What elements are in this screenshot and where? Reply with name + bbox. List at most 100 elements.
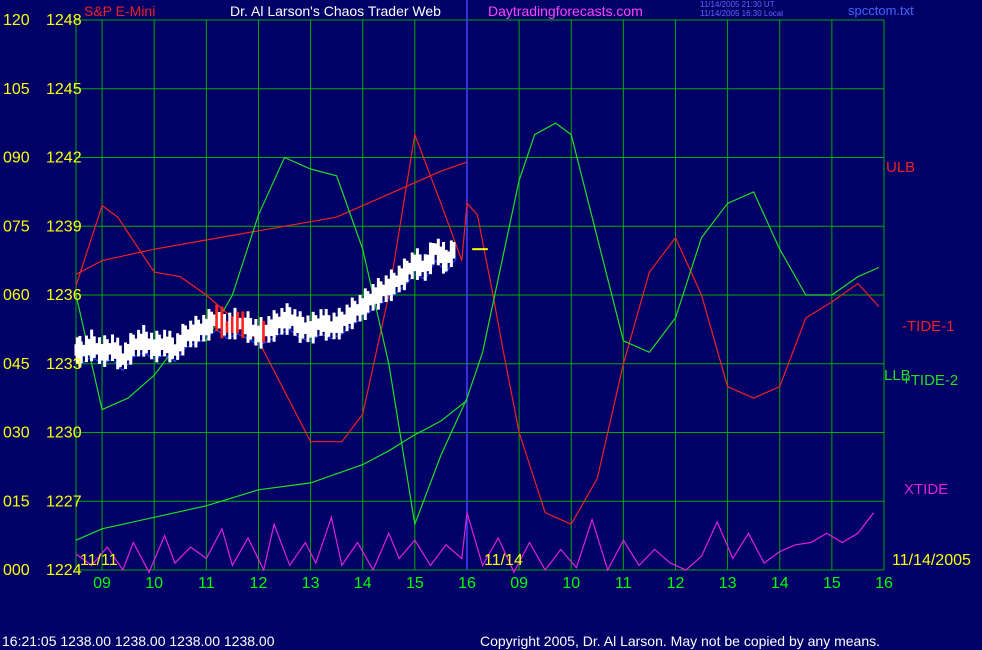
price-bar xyxy=(309,321,313,338)
price-bar xyxy=(118,345,122,368)
x-tick-label: 09 xyxy=(93,575,111,592)
price-bar xyxy=(400,268,404,285)
y-label-left: 000 xyxy=(3,562,30,579)
price-bar xyxy=(301,316,305,339)
y-label-left: 030 xyxy=(3,425,30,442)
price-bar xyxy=(421,260,425,273)
y-label-right: 1245 xyxy=(46,81,82,98)
y-label-left: 045 xyxy=(3,356,30,373)
x-tick-label: 13 xyxy=(302,575,320,592)
y-label-right: 1224 xyxy=(46,562,82,579)
xtide-label: XTIDE xyxy=(904,481,948,498)
price-bar xyxy=(189,320,193,348)
price-bar xyxy=(90,329,94,362)
price-bar xyxy=(160,338,164,350)
price-bar xyxy=(410,252,414,280)
price-bar xyxy=(267,316,271,343)
price-bar xyxy=(392,272,396,295)
price-bar xyxy=(415,248,419,280)
price-bar xyxy=(251,324,255,337)
site-link[interactable]: Daytradingforecasts.com xyxy=(488,3,643,19)
chaos-trader-chart: 120 1248 105 1245 090 1242 075 1239 060 1236 045 12… xyxy=(3,0,971,592)
price-bar xyxy=(363,288,367,320)
price-bar xyxy=(191,324,195,342)
date-label-start: 11/11 xyxy=(80,552,118,569)
x-tick-label: 11 xyxy=(198,575,215,592)
price-bar xyxy=(397,265,401,293)
price-bar xyxy=(139,333,143,351)
price-bar xyxy=(142,325,146,357)
x-tick-label: 14 xyxy=(354,575,372,592)
y-label-right: 1230 xyxy=(46,425,82,442)
price-bar xyxy=(100,344,104,361)
x-tick-label: 16 xyxy=(458,575,476,592)
price-bar xyxy=(113,342,117,359)
price-bar xyxy=(165,336,169,354)
price-bar xyxy=(215,304,219,332)
price-bar xyxy=(207,308,211,341)
price-bar xyxy=(442,241,446,274)
price-bar xyxy=(134,338,138,350)
price-bar xyxy=(384,275,388,302)
price-bar xyxy=(259,317,263,349)
y-label-left: 105 xyxy=(3,81,30,98)
price-bar xyxy=(152,339,156,356)
price-bar xyxy=(418,254,422,276)
price-bar xyxy=(131,334,135,357)
price-bar xyxy=(230,316,234,334)
price-bar xyxy=(306,315,310,343)
price-bar xyxy=(402,258,406,291)
price-bar xyxy=(147,338,151,350)
chart-labels: 120 1248 105 1245 090 1242 075 1239 060 1236 045 12… xyxy=(3,12,971,592)
xtide-line xyxy=(75,512,875,574)
ulb-line xyxy=(75,161,468,275)
timestamp-ut: 11/14/2005 21:30 UT xyxy=(700,0,775,9)
price-bar xyxy=(150,332,154,360)
price-bar xyxy=(178,334,182,352)
price-bar xyxy=(358,294,362,322)
price-bar xyxy=(110,334,114,361)
price-bar xyxy=(449,240,453,268)
price-bar xyxy=(225,321,229,333)
instrument-label: S&P E-Mini xyxy=(84,3,156,19)
price-bar xyxy=(428,242,432,275)
price-bar xyxy=(447,251,451,263)
x-tick-label: 15 xyxy=(823,575,841,592)
price-bar xyxy=(228,312,232,340)
price-bar xyxy=(269,319,273,336)
y-label-right: 1242 xyxy=(46,150,82,167)
price-bar xyxy=(319,309,323,336)
price-bar xyxy=(116,337,120,370)
price-bar xyxy=(355,304,359,316)
price-bar xyxy=(212,314,216,326)
price-bar xyxy=(298,311,302,343)
price-bar xyxy=(335,316,339,334)
price-bar xyxy=(337,307,341,340)
price-bar xyxy=(285,303,289,335)
price-bar xyxy=(340,311,344,334)
price-bar xyxy=(353,300,357,323)
price-bars xyxy=(74,238,488,370)
price-bar xyxy=(327,315,331,337)
author-title: Dr. Al Larson's Chaos Trader Web xyxy=(230,3,441,19)
footer-copyright: Copyright 2005, Dr. Al Larson. May not b… xyxy=(480,633,881,649)
price-bar xyxy=(371,284,375,311)
price-bar xyxy=(332,312,336,340)
price-bar xyxy=(288,307,292,329)
x-tick-label: 12 xyxy=(667,575,685,592)
price-bar xyxy=(395,275,399,287)
x-tick-label: 12 xyxy=(250,575,268,592)
price-bar xyxy=(92,336,96,358)
price-bar xyxy=(382,284,386,297)
x-tick-label: 15 xyxy=(406,575,424,592)
date-label-end: 11/14/2005 xyxy=(892,552,971,569)
chart-grid xyxy=(75,0,885,571)
price-bar xyxy=(379,281,383,303)
price-bar xyxy=(405,260,409,283)
y-label-right: 1227 xyxy=(46,493,82,510)
price-bar xyxy=(434,243,438,255)
price-bar xyxy=(126,344,130,361)
price-bar xyxy=(316,318,320,330)
price-bar xyxy=(324,308,328,341)
price-bar xyxy=(311,311,315,344)
